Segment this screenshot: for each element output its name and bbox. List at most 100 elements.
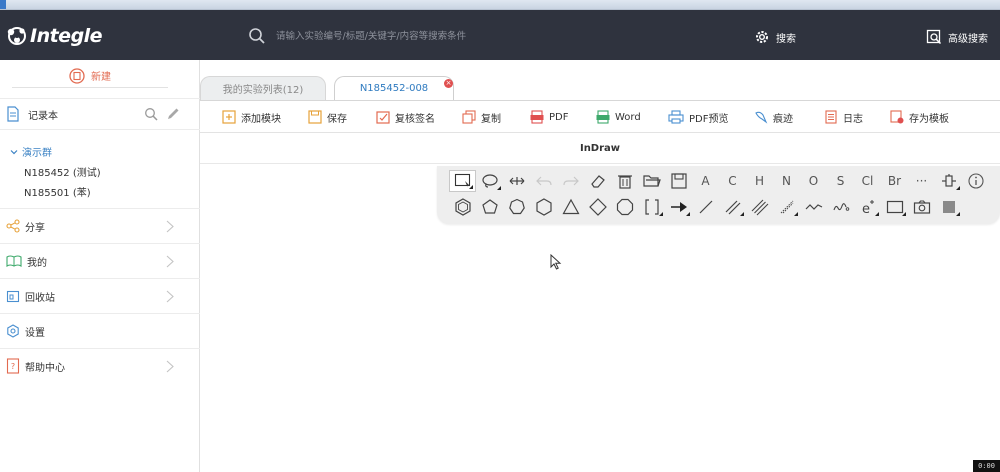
pdf-preview-button[interactable]: PDF预览	[668, 109, 728, 125]
new-doc-icon	[69, 67, 85, 84]
tree-item[interactable]: N185501 (苯)	[24, 184, 91, 199]
sidebar-item-settings[interactable]: 设置	[0, 313, 200, 348]
save-template-button[interactable]: 存为模板	[890, 109, 949, 125]
tab-current-experiment[interactable]: N185452-008	[334, 76, 454, 100]
notebook-header[interactable]: 记录本	[0, 98, 200, 130]
hashed-bond-icon	[780, 200, 793, 214]
redo-icon	[562, 176, 579, 186]
atom-tool-n[interactable]: N	[773, 170, 800, 192]
pentagon-tool[interactable]	[476, 196, 503, 218]
advanced-search-button[interactable]: 高级搜索	[926, 28, 988, 46]
pdf-button[interactable]: PDF	[530, 109, 568, 125]
submenu-indicator	[902, 212, 906, 216]
redo-tool[interactable]	[557, 170, 584, 192]
sidebar: 新建 记录本 演示群 N185452 (测试) N185501 (苯) 分享 我…	[0, 60, 200, 472]
bracket-tool[interactable]	[638, 196, 665, 218]
electron-tool[interactable]: e	[854, 196, 881, 218]
atom-tool-cl[interactable]: Cl	[854, 170, 881, 192]
submenu-indicator	[740, 212, 744, 216]
benzene-tool[interactable]	[449, 196, 476, 218]
add-module-label: 添加模块	[241, 113, 281, 125]
pencil-icon[interactable]	[166, 107, 180, 121]
add-module-button[interactable]: 添加模块	[222, 109, 281, 125]
open-tool[interactable]	[638, 170, 665, 192]
eraser-icon	[590, 175, 605, 188]
hexagon-tool[interactable]	[530, 196, 557, 218]
atom-tool-h[interactable]: H	[746, 170, 773, 192]
more-label: ···	[915, 174, 928, 188]
submenu-indicator	[469, 185, 473, 189]
move-icon	[509, 177, 524, 185]
recycle-bin-icon	[6, 290, 20, 303]
sidebar-item-recycle-bin[interactable]: 回收站	[0, 278, 200, 313]
atom-label: A	[701, 174, 710, 188]
atom-tool-o[interactable]: O	[800, 170, 827, 192]
word-button[interactable]: Word	[596, 109, 641, 125]
trace-button[interactable]: 痕迹	[754, 109, 793, 125]
search-input[interactable]	[276, 26, 716, 46]
heptagon-tool[interactable]	[503, 196, 530, 218]
wavy-bond-tool[interactable]	[827, 196, 854, 218]
single-bond-tool[interactable]	[692, 196, 719, 218]
tree-group-demo[interactable]: 演示群	[10, 144, 52, 159]
svg-text:e: e	[862, 202, 870, 216]
submenu-indicator	[659, 212, 663, 216]
atom-tool-br[interactable]: Br	[881, 170, 908, 192]
review-sign-button[interactable]: 复核签名	[376, 109, 435, 125]
more-atoms-tool[interactable]: ···	[908, 170, 935, 192]
trace-icon	[755, 111, 768, 124]
atom-tool-s[interactable]: S	[827, 170, 854, 192]
atom-label: C	[728, 174, 737, 188]
camera-tool[interactable]	[908, 196, 935, 218]
fill-color-icon	[942, 201, 955, 213]
sidebar-item-label: 我的	[27, 257, 47, 269]
save-button[interactable]: 保存	[308, 109, 347, 125]
triple-bond-tool[interactable]	[746, 196, 773, 218]
palette-row-1: A C H N O S Cl Br ···	[449, 169, 989, 193]
pdf-preview-label: PDF预览	[689, 113, 729, 125]
tab-experiment-list[interactable]: 我的实验列表(12)	[200, 76, 326, 100]
copy-button[interactable]: 复制	[462, 109, 501, 125]
sidebar-item-help[interactable]: ? 帮助中心	[0, 348, 200, 383]
word-icon	[596, 110, 610, 124]
double-bond-icon	[725, 200, 740, 215]
atom-label: O	[808, 174, 819, 188]
sidebar-item-share[interactable]: 分享	[0, 208, 200, 243]
undo-tool[interactable]	[530, 170, 557, 192]
eraser-tool[interactable]	[584, 170, 611, 192]
editor-title: InDraw	[200, 134, 1000, 164]
rectangle-tool[interactable]	[881, 196, 908, 218]
browser-accent	[0, 0, 6, 9]
browser-chrome-strip	[0, 0, 1000, 10]
new-button[interactable]: 新建	[12, 64, 168, 88]
save-label: 保存	[327, 113, 347, 125]
atom-tool-c[interactable]: C	[719, 170, 746, 192]
notebook-search-icon[interactable]	[144, 107, 158, 121]
charge-tool[interactable]	[935, 170, 962, 192]
diamond-tool[interactable]	[584, 196, 611, 218]
info-tool[interactable]	[962, 170, 989, 192]
tree-item[interactable]: N185452 (测试)	[24, 164, 101, 179]
search-button[interactable]: 搜索	[754, 28, 796, 46]
sidebar-item-mine[interactable]: 我的	[0, 243, 200, 278]
double-bond-tool[interactable]	[719, 196, 746, 218]
fill-tool[interactable]	[935, 196, 962, 218]
select-tool[interactable]	[449, 170, 476, 192]
logo-text: Integle	[30, 25, 103, 47]
wedge-bond-tool[interactable]	[773, 196, 800, 218]
arrow-tool[interactable]	[665, 196, 692, 218]
triangle-tool[interactable]	[557, 196, 584, 218]
octagon-tool[interactable]	[611, 196, 638, 218]
clear-tool[interactable]	[611, 170, 638, 192]
app-logo[interactable]: Integle	[6, 24, 103, 48]
advanced-search-label: 高级搜索	[948, 33, 988, 45]
search-icon[interactable]	[248, 27, 266, 45]
tab-close-icon[interactable]: ×	[444, 79, 453, 88]
share-icon	[6, 219, 20, 233]
lasso-tool[interactable]	[476, 170, 503, 192]
atom-tool-a[interactable]: A	[692, 170, 719, 192]
chain-tool[interactable]	[800, 196, 827, 218]
move-tool[interactable]	[503, 170, 530, 192]
log-button[interactable]: 日志	[824, 109, 863, 125]
save-tool[interactable]	[665, 170, 692, 192]
